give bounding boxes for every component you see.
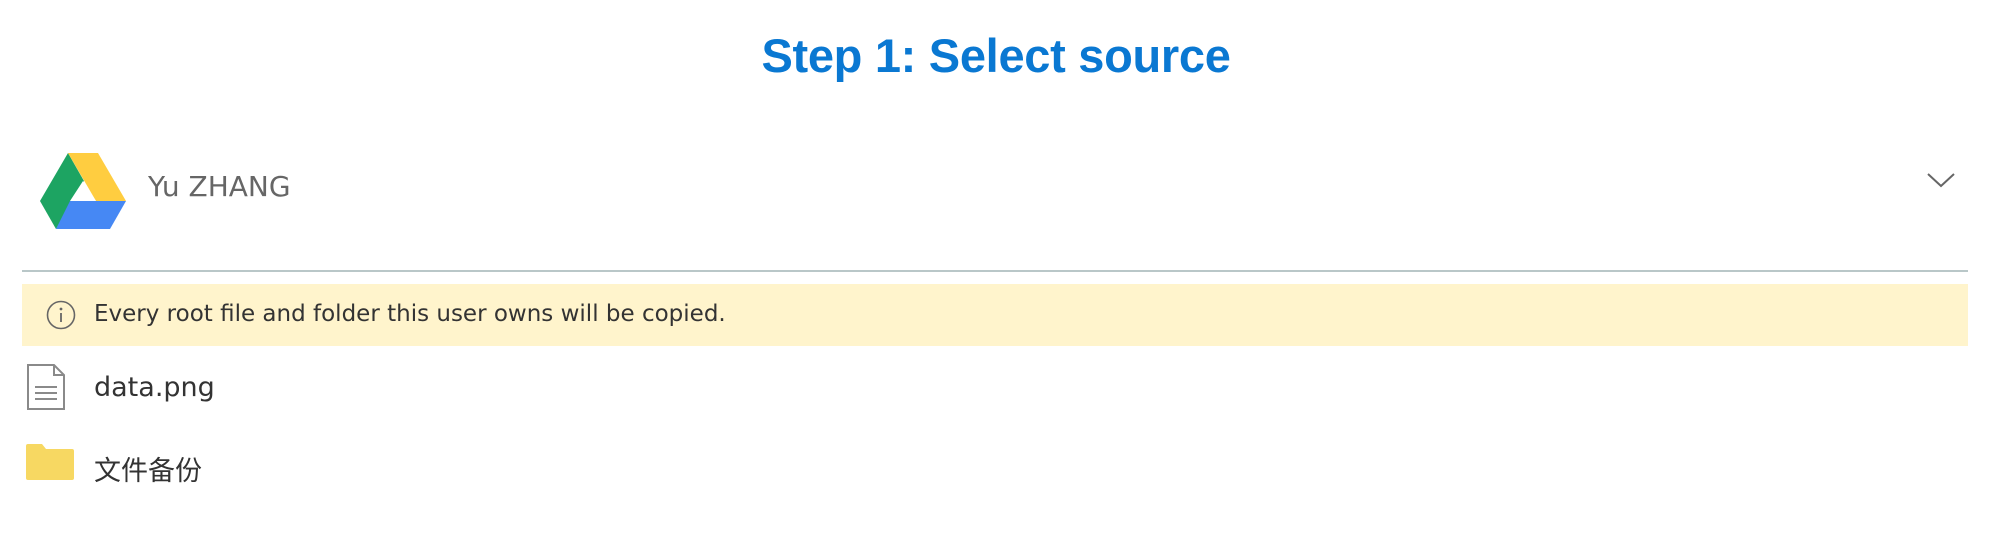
account-name: Yu ZHANG xyxy=(148,170,291,203)
account-selector[interactable]: Yu ZHANG xyxy=(22,150,1968,270)
page: Step 1: Select source Yu ZHANG Every roo… xyxy=(0,0,1992,538)
page-title: Step 1: Select source xyxy=(761,29,1231,82)
item-name: data.png xyxy=(94,372,215,403)
notice-text: Every root file and folder this user own… xyxy=(94,301,726,327)
google-drive-icon xyxy=(40,153,126,229)
file-item[interactable]: data.png xyxy=(22,362,1968,422)
info-icon xyxy=(46,300,76,330)
info-notice: Every root file and folder this user own… xyxy=(22,284,1968,346)
chevron-down-icon[interactable] xyxy=(1926,170,1956,190)
folder-item[interactable]: 文件备份 xyxy=(22,440,1968,500)
folder-icon xyxy=(26,444,74,480)
item-name: 文件备份 xyxy=(94,456,202,487)
file-icon xyxy=(27,364,65,410)
divider xyxy=(22,270,1968,272)
